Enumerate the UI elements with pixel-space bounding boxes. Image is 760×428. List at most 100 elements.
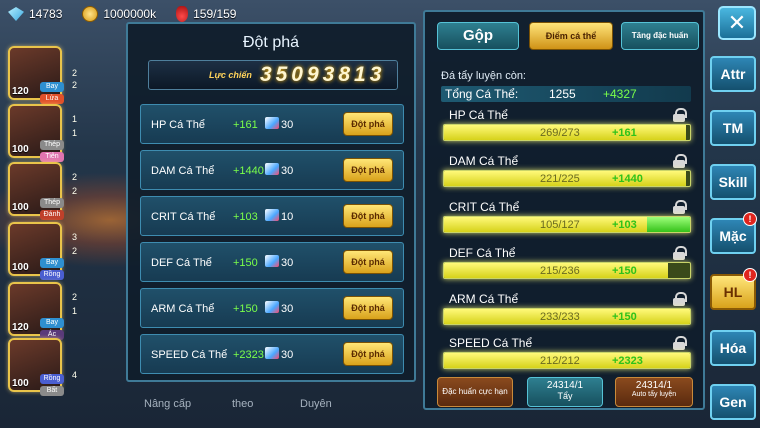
stat-row: ARM Cá Thể 233/233 +150 [443, 292, 691, 336]
stat-label: HP Cá Thể [151, 119, 206, 131]
stat-bar: 212/212 +2323 [443, 352, 691, 369]
lock-icon[interactable] [673, 200, 687, 214]
roster-slot[interactable]: Bay Lửa 120 2 2 [8, 46, 77, 104]
scroll-icon [265, 209, 279, 221]
breakthrough-button[interactable]: Đột phá [343, 296, 393, 320]
potion-icon [176, 6, 189, 22]
side-count: 4 [72, 370, 78, 380]
breakthrough-button[interactable]: Đột phá [343, 112, 393, 136]
stat-label: DEF Cá Thể [449, 246, 516, 260]
upgrade-label[interactable]: Nâng cấp [144, 398, 191, 410]
lock-icon[interactable] [673, 108, 687, 122]
stat-cost: 30 [281, 349, 294, 361]
stat-bar: 233/233 +150 [443, 308, 691, 325]
type-tag: Bay [40, 258, 64, 268]
breakthrough-row: ARM Cá Thể +150 30 Đột phá [140, 288, 404, 328]
stat-bonus: +150 [612, 311, 637, 323]
stat-bonus: +1440 [233, 165, 264, 177]
roster-slot[interactable]: Bay Ác 120 2 1 [8, 282, 77, 340]
stat-label: SPEED Cá Thể [151, 349, 228, 361]
bond-label[interactable]: Duyên [300, 398, 332, 410]
close-button[interactable]: ✕ [718, 6, 756, 40]
stat-bonus: +161 [233, 119, 258, 131]
type-tag: Rồng [40, 374, 64, 384]
pet-level: 100 [12, 378, 29, 389]
nav-gen[interactable]: Gen [710, 384, 756, 420]
stat-value: 215/236 [540, 265, 580, 277]
breakthrough-button[interactable]: Đột phá [343, 204, 393, 228]
breakthrough-row: HP Cá Thể +161 30 Đột phá [140, 104, 404, 144]
extreme-training-button[interactable]: Đặc huấn cực hạn [437, 377, 513, 407]
stat-bonus: +1440 [612, 173, 643, 185]
stat-label: SPEED Cá Thể [449, 336, 533, 350]
lock-icon[interactable] [673, 292, 687, 306]
stat-label: ARM Cá Thể [151, 303, 215, 315]
stat-label: DAM Cá Thể [151, 165, 215, 177]
stat-bonus: +103 [233, 211, 258, 223]
side-count: 3 [72, 232, 78, 242]
breakthrough-row: DAM Cá Thể +1440 30 Đột phá [140, 150, 404, 190]
stat-label: HP Cá Thể [449, 108, 508, 122]
pet-level: 100 [12, 202, 29, 213]
reroll-button[interactable]: 24314/1 Tẩy [527, 377, 603, 407]
type-tag: Tiên [40, 152, 64, 162]
stat-bonus: +103 [612, 219, 637, 231]
stat-bonus: +150 [612, 265, 637, 277]
total-value: 1255 [549, 87, 576, 101]
alert-badge: ! [743, 268, 757, 282]
remaining-stone-label: Đá tẩy luyện còn: [441, 70, 526, 82]
side-count: 1 [72, 306, 78, 316]
stat-row: SPEED Cá Thể 212/212 +2323 [443, 336, 691, 380]
stat-label: DAM Cá Thể [449, 154, 519, 168]
gem-amount: 14783 [29, 7, 63, 21]
power-value: 35093813 [259, 63, 386, 86]
side-count: 1 [72, 128, 78, 138]
stat-row: DAM Cá Thể 221/225 +1440 [443, 154, 691, 198]
auto-reroll-button[interactable]: 24314/1 Auto tẩy luyện [615, 377, 693, 407]
tab-individual-points[interactable]: Điểm cá thể [529, 22, 613, 50]
stat-bonus: +2323 [233, 349, 264, 361]
breakthrough-button[interactable]: Đột phá [343, 158, 393, 182]
side-count: 2 [72, 186, 78, 196]
roster-slot[interactable]: Thép Tiên 100 1 1 [8, 104, 77, 162]
stat-label: CRIT Cá Thể [151, 211, 216, 223]
stat-cost: 30 [281, 165, 294, 177]
stat-row: CRIT Cá Thể 105/127 +103 [443, 200, 691, 244]
stat-bar: 105/127 +103 [443, 216, 691, 233]
roster-slot[interactable]: Thép Đánh 100 2 2 [8, 162, 77, 220]
training-panel: Gộp Điểm cá thể Tăng đặc huấn Đá tẩy luy… [423, 10, 705, 410]
lock-icon[interactable] [673, 154, 687, 168]
nav-attr[interactable]: Attr [710, 56, 756, 92]
stat-label: CRIT Cá Thể [449, 200, 520, 214]
stat-bonus: +150 [233, 257, 258, 269]
stat-cost: 10 [281, 211, 294, 223]
type-tag: Rồng [40, 270, 64, 280]
stat-row: DEF Cá Thể 215/236 +150 [443, 246, 691, 290]
type-tag: Bất [40, 386, 64, 396]
lock-icon[interactable] [673, 246, 687, 260]
nav-tm[interactable]: TM [710, 110, 756, 146]
breakthrough-button[interactable]: Đột phá [343, 342, 393, 366]
nav-skill[interactable]: Skill [710, 164, 756, 200]
combat-power-box: Lực chiến 35093813 [148, 60, 398, 90]
stamina-counter[interactable]: 159/159 [176, 6, 236, 22]
roster-slot[interactable]: Bay Rồng 100 3 2 [8, 222, 77, 280]
total-row: Tổng Cá Thể: 1255 +4327 [441, 86, 691, 102]
gold-counter[interactable]: 1000000k [82, 6, 156, 22]
roster-slot[interactable]: Rồng Bất 100 4 [8, 338, 77, 396]
breakthrough-button[interactable]: Đột phá [343, 250, 393, 274]
stamina-amount: 159/159 [193, 7, 237, 21]
type-tag: Thép [40, 198, 64, 208]
nav-hoa[interactable]: Hóa [710, 330, 756, 366]
stat-bonus: +2323 [612, 355, 643, 367]
tab-special-training[interactable]: Tăng đặc huấn [621, 22, 699, 50]
side-count: 1 [72, 114, 78, 124]
type-tag: Lửa [40, 94, 64, 104]
stat-value: 233/233 [540, 311, 580, 323]
follow-label[interactable]: theo [232, 398, 253, 410]
lock-icon[interactable] [673, 336, 687, 350]
tab-merge[interactable]: Gộp [437, 22, 519, 50]
scroll-icon [265, 301, 279, 313]
pet-level: 120 [12, 322, 29, 333]
gem-counter[interactable]: 14783 [8, 7, 62, 21]
